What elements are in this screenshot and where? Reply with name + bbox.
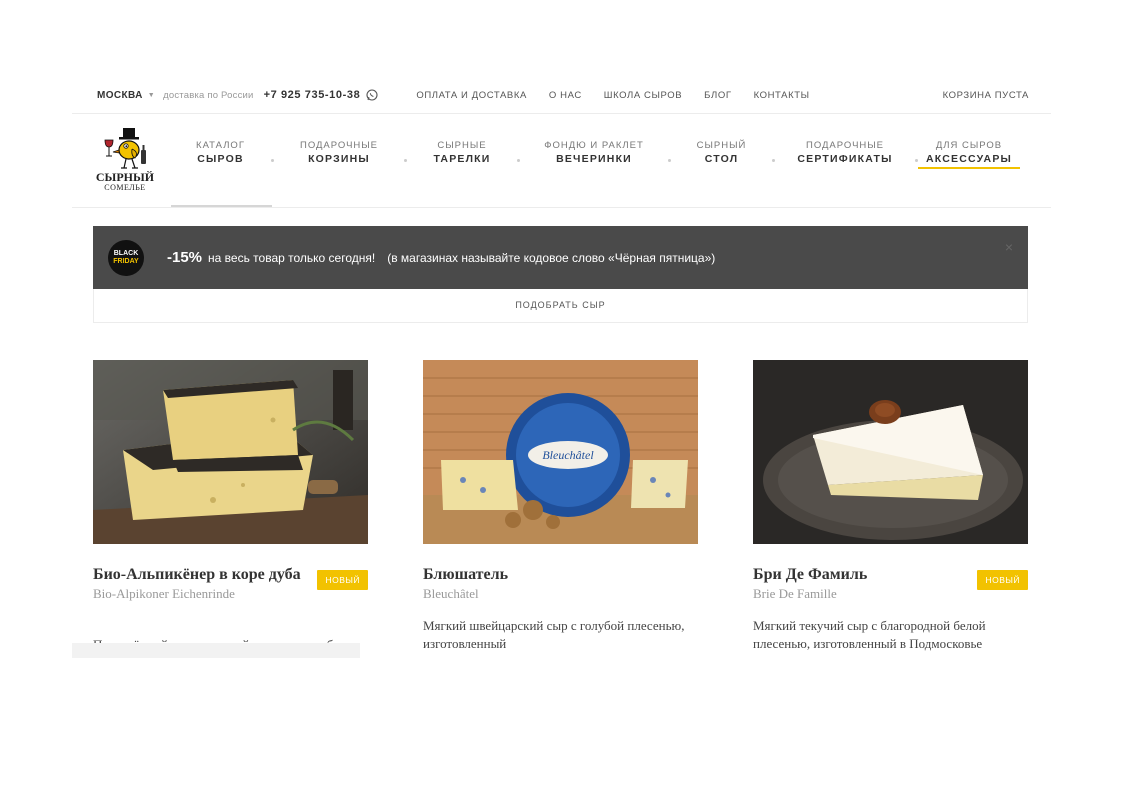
city-label: МОСКВА (97, 89, 143, 101)
whatsapp-icon[interactable] (366, 89, 378, 101)
promo-text: на весь товар только сегодня! (208, 251, 376, 265)
promo-banner: BLACK FRIDAY -15% на весь товар только с… (93, 226, 1028, 289)
product-title-row: Био-Альпикёнер в коре дуба НОВЫЙ Bio-Alp… (93, 565, 368, 602)
black-friday-badge: BLACK FRIDAY (108, 239, 144, 276)
nav-gift-baskets[interactable]: ПОДАРОЧНЫЕ КОРЗИНЫ (274, 140, 404, 166)
main-nav: КАТАЛОГ СЫРОВ ПОДАРОЧНЫЕ КОРЗИНЫ СЫРНЫЕ … (170, 140, 1032, 180)
nav-item-small: ПОДАРОЧНЫЕ (805, 140, 885, 151)
top-nav-about[interactable]: О НАС (549, 90, 582, 101)
top-bar: МОСКВА ▼ доставка по России +7 925 735-1… (97, 84, 1029, 106)
nav-item-big: СЕРТИФИКАТЫ (797, 153, 893, 165)
nav-item-small: ПОДАРОЧНЫЕ (299, 140, 379, 151)
nav-item-small: ДЛЯ СЫРОВ (935, 140, 1003, 151)
nav-item-small: СЫРНЫЙ (696, 140, 747, 151)
nav-item-big: СТОЛ (704, 153, 739, 165)
product-image[interactable] (93, 360, 368, 544)
nav-item-big: ВЕЧЕРИНКИ (556, 153, 632, 165)
divider (72, 113, 1051, 114)
nav-item-big: АКСЕССУАРЫ (918, 152, 1020, 169)
fade-overlay (72, 643, 360, 658)
badge-line1: BLACK (113, 249, 139, 257)
caret-down-icon: ▼ (147, 91, 156, 99)
nav-cheese-catalog[interactable]: КАТАЛОГ СЫРОВ (170, 140, 271, 166)
product-latin-name: Bleuchâtel (423, 586, 479, 601)
city-selector[interactable]: МОСКВА ▼ (97, 90, 155, 101)
product-image[interactable]: Bleuchâtel (423, 360, 698, 544)
logo-text-line1: СЫРНЫЙ (95, 170, 155, 184)
nav-gift-certificates[interactable]: ПОДАРОЧНЫЕ СЕРТИФИКАТЫ (775, 140, 915, 166)
delivery-note[interactable]: доставка по России (163, 90, 253, 101)
new-badge: НОВЫЙ (317, 570, 368, 590)
promo-percent: -15% (167, 249, 203, 266)
top-nav: ОПЛАТА И ДОСТАВКА О НАС ШКОЛА СЫРОВ БЛОГ… (416, 90, 831, 101)
site-logo[interactable]: СЫРНЫЙ СОМЕЛЬЕ (92, 126, 158, 198)
product-title-row: Блюшатель Bleuchâtel (423, 565, 698, 602)
nav-item-small: СЫРНЫЕ (437, 140, 487, 151)
promo-message: -15% на весь товар только сегодня! (в ма… (167, 249, 715, 266)
phone-number[interactable]: +7 925 735-10-38 (264, 89, 361, 101)
nav-fondue-parties[interactable]: ФОНДЮ И РАКЛЕТ ВЕЧЕРИНКИ (520, 140, 668, 166)
product-name[interactable]: Блюшатель (423, 565, 633, 584)
cart-status[interactable]: КОРЗИНА ПУСТА (943, 90, 1029, 101)
top-nav-payment[interactable]: ОПЛАТА И ДОСТАВКА (416, 90, 527, 101)
logo-text-line2: СОМЕЛЬЕ (104, 183, 146, 192)
divider (72, 207, 1051, 208)
nav-cheese-plates[interactable]: СЫРНЫЕ ТАРЕЛКИ (407, 140, 517, 166)
cheese-picker-button[interactable]: ПОДОБРАТЬ СЫР (93, 289, 1028, 323)
new-badge: НОВЫЙ (977, 570, 1028, 590)
product-description: Мягкий текучий сыр с благородной белой п… (753, 618, 986, 651)
nav-item-big: КОРЗИНЫ (308, 153, 370, 165)
badge-line2: FRIDAY (113, 257, 139, 265)
nav-item-small: ФОНДЮ И РАКЛЕТ (544, 140, 644, 151)
svg-text:Bleuchâtel: Bleuchâtel (542, 448, 594, 462)
product-name[interactable]: Бри Де Фамиль (753, 565, 963, 584)
nav-item-big: ТАРЕЛКИ (433, 153, 491, 165)
product-card[interactable]: Бри Де Фамиль НОВЫЙ Brie De Famille Мягк… (753, 360, 1028, 653)
product-card[interactable]: Bleuchâtel Блюшатель Bleuchâtel Мягкий ш… (423, 360, 698, 653)
nav-item-small: КАТАЛОГ (196, 140, 245, 151)
product-description: Мягкий швейцарский сыр с голубой плесень… (423, 618, 685, 651)
promo-extra: (в магазинах называйте кодовое слово «Чё… (387, 251, 716, 265)
product-name[interactable]: Био-Альпикёнер в коре дуба (93, 565, 303, 584)
close-icon[interactable]: × (1005, 239, 1013, 255)
sommelier-bird-logo-icon (104, 128, 146, 169)
top-nav-blog[interactable]: БЛОГ (704, 90, 731, 101)
product-title-row: Бри Де Фамиль НОВЫЙ Brie De Famille (753, 565, 1028, 602)
nav-cheese-table[interactable]: СЫРНЫЙ СТОЛ (671, 140, 772, 166)
top-nav-contacts[interactable]: КОНТАКТЫ (754, 90, 810, 101)
top-nav-school[interactable]: ШКОЛА СЫРОВ (604, 90, 682, 101)
nav-accessories[interactable]: ДЛЯ СЫРОВ АКСЕССУАРЫ (918, 140, 1020, 169)
nav-item-big: СЫРОВ (197, 153, 244, 165)
product-card[interactable]: Био-Альпикёнер в коре дуба НОВЫЙ Bio-Alp… (93, 360, 368, 602)
product-image[interactable] (753, 360, 1028, 544)
